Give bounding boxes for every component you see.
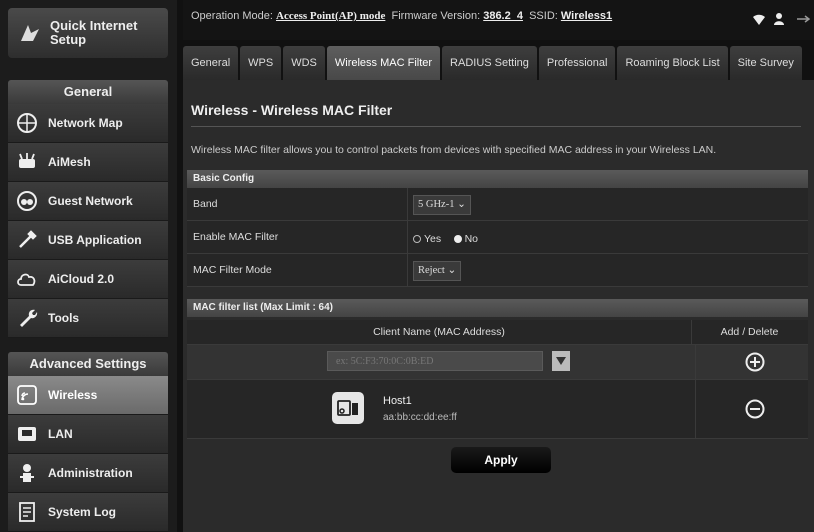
advanced-settings-header: Advanced Settings: [8, 352, 168, 376]
sidebar-item-label: Network Map: [48, 116, 123, 130]
quick-setup-icon: [16, 19, 44, 47]
mac-list-table-header: Client Name (MAC Address) Add / Delete: [187, 320, 808, 345]
client-list-dropdown-button[interactable]: [552, 351, 570, 371]
sidebar-item-label: Tools: [48, 311, 80, 325]
op-mode-link[interactable]: Access Point(AP) mode: [276, 10, 385, 22]
add-button[interactable]: [745, 352, 765, 372]
wifi-icon: [14, 382, 40, 408]
mac-list-header: MAC filter list (Max Limit : 64): [187, 299, 808, 317]
sidebar-item-wireless[interactable]: Wireless: [8, 376, 168, 415]
sidebar-item-label: Wireless: [48, 388, 98, 402]
top-status-bar: Operation Mode: Access Point(AP) mode Fi…: [183, 0, 814, 40]
usb-icon: [14, 227, 40, 253]
tab-roaming-block-list[interactable]: Roaming Block List: [617, 46, 728, 80]
title-divider: [191, 126, 801, 127]
column-divider: [695, 345, 696, 379]
band-value: 5 GHz-1: [418, 199, 455, 210]
status-line: Operation Mode: Access Point(AP) mode Fi…: [191, 10, 612, 22]
sidebar-item-tools[interactable]: Tools: [8, 299, 168, 338]
radio-yes-dot: [413, 235, 421, 243]
col-add-delete: Add / Delete: [720, 326, 779, 338]
sidebar-item-label: LAN: [48, 427, 73, 441]
enable-mac-filter-label: Enable MAC Filter: [193, 221, 408, 253]
tab-general[interactable]: General: [183, 46, 239, 80]
chevron-down-icon: ⌄: [457, 199, 466, 210]
plus-circle-icon: [745, 352, 765, 372]
sidebar-item-network-map[interactable]: Network Map: [8, 104, 168, 143]
firmware-label: Firmware Version:: [391, 10, 481, 22]
cloud-icon: [14, 266, 40, 292]
firmware-link[interactable]: 386.2_4: [483, 10, 523, 22]
mac-filter-mode-label: MAC Filter Mode: [193, 254, 408, 286]
radio-no[interactable]: No: [453, 233, 479, 245]
basic-config-header: Basic Config: [187, 170, 808, 188]
sidebar-item-usb-application[interactable]: USB Application: [8, 221, 168, 260]
enable-mac-filter-row: Enable MAC Filter Yes No: [187, 221, 808, 254]
band-select[interactable]: 5 GHz-1 ⌄: [413, 195, 471, 215]
user-icon[interactable]: [774, 12, 788, 31]
radio-no-dot: [453, 235, 462, 243]
delete-button[interactable]: [745, 399, 765, 419]
sidebar-item-label: AiCloud 2.0: [48, 272, 115, 286]
general-header: General: [8, 80, 168, 104]
status-icons: [752, 12, 811, 31]
guest-network-icon: [14, 188, 40, 214]
op-mode-label: Operation Mode:: [191, 10, 273, 22]
column-divider: [695, 380, 696, 438]
tab-wps[interactable]: WPS: [240, 46, 282, 80]
wifi-status-icon[interactable]: [752, 12, 766, 31]
sidebar-item-label: Guest Network: [48, 194, 133, 208]
quick-setup-label: Quick Internet Setup: [50, 18, 138, 47]
mac-filter-mode-select[interactable]: Reject ⌄: [413, 261, 462, 281]
lan-icon: [14, 421, 40, 447]
globe-icon: [14, 110, 40, 136]
sidebar-item-guest-network[interactable]: Guest Network: [8, 182, 168, 221]
usb-status-icon[interactable]: [796, 12, 811, 31]
sidebar-item-aicloud[interactable]: AiCloud 2.0: [8, 260, 168, 299]
minus-circle-icon: [745, 399, 765, 419]
col-client-name: Client Name (MAC Address): [187, 320, 692, 344]
page-description: Wireless MAC filter allows you to contro…: [191, 144, 717, 156]
radio-yes-label: Yes: [424, 233, 442, 245]
quick-internet-setup-button[interactable]: Quick Internet Setup: [8, 8, 168, 58]
ssid-label: SSID:: [529, 10, 558, 22]
admin-icon: [14, 460, 40, 486]
ssid-link[interactable]: Wireless1: [561, 10, 612, 22]
radio-no-label: No: [464, 233, 479, 245]
mode-value: Reject: [418, 265, 445, 276]
mac-address-input[interactable]: ex: 5C:F3:70:0C:0B:ED: [327, 351, 543, 371]
band-label: Band: [193, 188, 408, 220]
tab-wireless-mac-filter[interactable]: Wireless MAC Filter: [326, 46, 441, 80]
chevron-down-icon: ⌄: [447, 265, 457, 276]
sidebar-item-label: AiMesh: [48, 155, 91, 169]
page-title: Wireless - Wireless MAC Filter: [191, 102, 393, 118]
apply-button[interactable]: Apply: [451, 447, 551, 473]
mac-add-row: ex: 5C:F3:70:0C:0B:ED: [187, 345, 808, 380]
band-row: Band 5 GHz-1 ⌄: [187, 188, 808, 221]
table-row: Host1 aa:bb:cc:dd:ee:ff: [187, 380, 808, 439]
aimesh-icon: [14, 149, 40, 175]
tab-site-survey[interactable]: Site Survey: [729, 46, 802, 80]
device-name: Host1: [383, 395, 412, 407]
tab-radius-setting[interactable]: RADIUS Setting: [442, 46, 537, 80]
wrench-icon: [14, 305, 40, 331]
sidebar-item-system-log[interactable]: System Log: [8, 493, 168, 532]
device-mac: aa:bb:cc:dd:ee:ff: [383, 412, 457, 423]
mac-filter-mode-row: MAC Filter Mode Reject ⌄: [187, 254, 808, 287]
device-icon: [332, 392, 364, 424]
log-icon: [14, 499, 40, 525]
sidebar-item-label: Administration: [48, 466, 133, 480]
sidebar-item-administration[interactable]: Administration: [8, 454, 168, 493]
tab-bar: General WPS WDS Wireless MAC Filter RADI…: [183, 46, 814, 80]
sidebar-item-lan[interactable]: LAN: [8, 415, 168, 454]
chevron-down-icon: [556, 357, 566, 365]
tab-professional[interactable]: Professional: [538, 46, 616, 80]
tab-wds[interactable]: WDS: [283, 46, 325, 80]
sidebar-item-label: USB Application: [48, 233, 142, 247]
sidebar: Quick Internet Setup General Network Map…: [0, 0, 177, 532]
sidebar-item-label: System Log: [48, 505, 117, 519]
main-content: Wireless - Wireless MAC Filter Wireless …: [183, 80, 814, 532]
sidebar-item-aimesh[interactable]: AiMesh: [8, 143, 168, 182]
radio-yes[interactable]: Yes: [413, 233, 441, 245]
